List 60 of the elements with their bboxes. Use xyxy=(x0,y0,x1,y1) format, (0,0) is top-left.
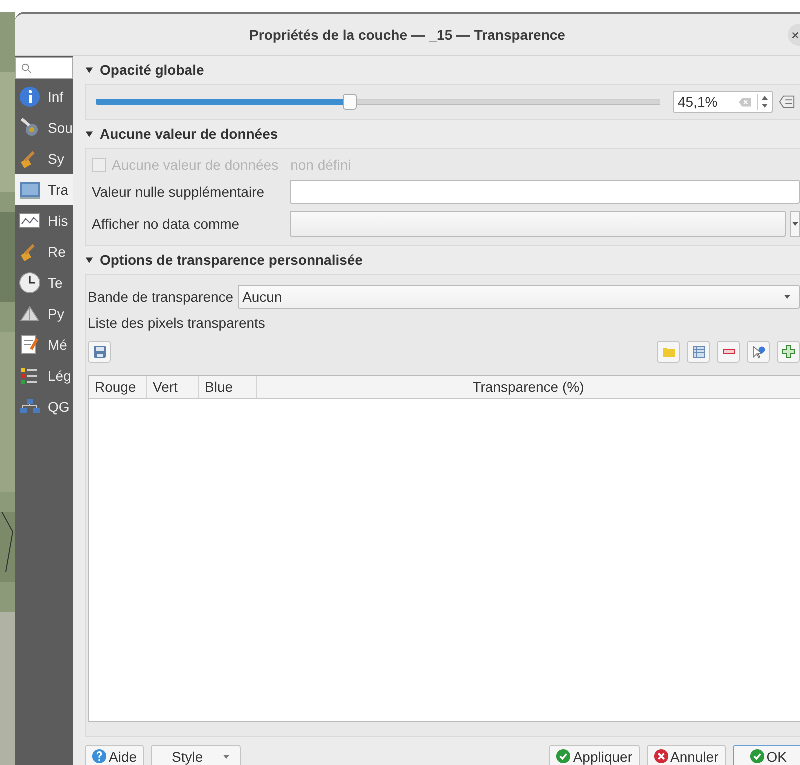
checkmark-icon xyxy=(750,749,765,764)
style-menu-button[interactable]: Style xyxy=(151,745,242,765)
field-label: Afficher no data comme xyxy=(92,216,241,232)
caret-icon xyxy=(784,295,791,299)
sidebar-item[interactable]: Inf xyxy=(15,81,73,112)
input-field[interactable] xyxy=(290,180,800,204)
checkmark-icon xyxy=(556,749,572,764)
column-header[interactable]: Blue xyxy=(199,376,257,398)
cancel-button[interactable]: Annuler xyxy=(646,745,726,765)
search-field[interactable] xyxy=(15,57,73,79)
plus-icon xyxy=(782,345,796,359)
table-icon xyxy=(692,345,706,359)
caret-icon xyxy=(223,754,230,758)
section-title: Opacité globale xyxy=(100,62,204,78)
help-icon xyxy=(92,749,107,764)
field-label: Bande de transparence xyxy=(88,289,234,305)
sidebar-item[interactable]: Re xyxy=(15,236,73,267)
list-label: Liste des pixels transparents xyxy=(88,315,266,331)
sidebar-item[interactable]: Mé xyxy=(15,329,73,360)
search-icon xyxy=(21,62,32,74)
sidebar-item[interactable]: Sy xyxy=(15,143,73,174)
slider-thumb[interactable] xyxy=(343,94,358,110)
color-button[interactable] xyxy=(290,211,786,237)
save-button[interactable] xyxy=(88,341,111,363)
sidebar-item[interactable]: Lég xyxy=(15,360,73,391)
section-title: Aucune valeur de données xyxy=(100,126,278,142)
folder-icon xyxy=(662,345,676,359)
opacity-spinbox[interactable]: 45,1% xyxy=(673,91,773,113)
sidebar-item[interactable]: Py xyxy=(15,298,73,329)
section-title: Options de transparence personnalisée xyxy=(100,252,363,268)
band-dropdown[interactable]: Aucun xyxy=(238,285,800,309)
caret-icon xyxy=(792,222,798,226)
document-pencil-icon xyxy=(19,334,41,356)
dropdown-button[interactable] xyxy=(790,211,800,237)
data-defined-icon[interactable] xyxy=(779,94,796,110)
cancel-icon xyxy=(654,749,668,764)
expanded-arrow-icon[interactable] xyxy=(85,256,94,264)
sidebar-item[interactable]: QG xyxy=(15,391,73,422)
window-title: Propriétés de la couche — _15 — Transparence xyxy=(250,26,566,42)
column-header[interactable]: Transparence (%) xyxy=(257,376,800,398)
sidebar-item[interactable]: Sou xyxy=(15,112,73,143)
ok-button[interactable]: OK xyxy=(732,745,800,765)
apply-button[interactable]: Appliquer xyxy=(549,745,640,765)
help-button[interactable]: Aide xyxy=(85,745,144,765)
remove-button[interactable] xyxy=(717,341,740,363)
pick-button[interactable] xyxy=(747,341,770,363)
info-icon xyxy=(19,86,41,108)
sidebar-item[interactable]: His xyxy=(15,205,73,236)
field-label: Valeur nulle supplémentaire xyxy=(92,184,266,200)
sidebar-item[interactable]: Tra xyxy=(15,174,73,205)
cursor-query-icon xyxy=(752,345,766,359)
sidebar-item[interactable]: Te xyxy=(15,267,73,298)
clock-icon xyxy=(19,272,41,294)
add-button[interactable] xyxy=(777,341,800,363)
table-button[interactable] xyxy=(687,341,710,363)
expanded-arrow-icon[interactable] xyxy=(85,66,94,74)
close-icon xyxy=(791,30,800,40)
column-header[interactable]: Vert xyxy=(147,376,199,398)
expanded-arrow-icon[interactable] xyxy=(85,130,94,138)
column-header[interactable]: Rouge xyxy=(89,376,147,398)
